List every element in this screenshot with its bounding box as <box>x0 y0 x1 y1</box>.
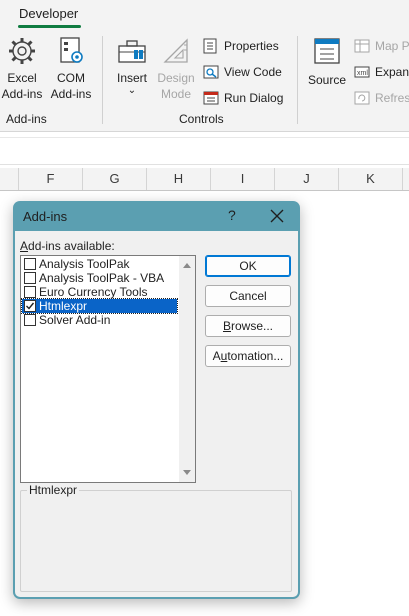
list-item[interactable]: Analysis ToolPak <box>22 257 177 271</box>
design-mode-label-2: Mode <box>160 87 192 101</box>
refresh-data-label: Refresh <box>375 91 409 105</box>
listbox-scrollbar[interactable] <box>179 256 195 482</box>
formula-bar-divider <box>0 137 409 138</box>
insert-label: Insert <box>116 71 147 85</box>
group-separator <box>297 36 298 124</box>
toolbox-icon <box>118 40 146 63</box>
properties-label: Properties <box>224 39 279 53</box>
xml-source-label: Source <box>307 73 347 87</box>
help-button[interactable]: ? <box>228 207 236 223</box>
controls-group-label: Controls <box>179 112 224 126</box>
column-header-i[interactable]: I <box>211 168 275 190</box>
automation-button[interactable]: Automation... <box>205 345 291 367</box>
list-item-selected[interactable]: Htmlexpr <box>21 298 178 314</box>
com-addins-button[interactable]: COM Add-ins <box>49 36 93 102</box>
xml-source-button[interactable]: Source <box>306 36 348 88</box>
run-dialog-icon <box>203 91 219 105</box>
gear-icon <box>9 38 35 64</box>
expansion-packs-label: Expans <box>375 65 409 79</box>
view-code-button[interactable]: View Code <box>203 62 293 82</box>
checkbox[interactable] <box>24 314 36 326</box>
list-item[interactable]: Euro Currency Tools <box>22 285 177 299</box>
column-headers: F G H I J K <box>0 168 409 191</box>
group-separator <box>102 36 103 124</box>
checkmark-icon <box>26 302 35 310</box>
ribbon-body: Excel Add-ins COM Add-ins Add-ins Insert… <box>0 28 409 132</box>
com-addins-label-2: Add-ins <box>50 87 92 101</box>
run-dialog-label: Run Dialog <box>224 91 284 105</box>
excel-addins-button[interactable]: Excel Add-ins <box>1 36 43 102</box>
checkbox[interactable] <box>24 272 36 284</box>
design-mode-button[interactable]: Design Mode <box>155 36 197 102</box>
list-item[interactable]: Solver Add-in <box>22 313 177 327</box>
close-icon[interactable] <box>267 206 287 226</box>
expansion-packs-icon: xml <box>354 66 370 78</box>
design-mode-icon <box>163 38 188 63</box>
refresh-icon <box>354 91 370 105</box>
properties-button[interactable]: Properties <box>203 36 293 56</box>
column-header-g[interactable]: G <box>83 168 147 190</box>
run-dialog-button[interactable]: Run Dialog <box>203 88 293 108</box>
addins-available-label: Add-ins available: <box>20 239 115 253</box>
tab-developer[interactable]: Developer <box>19 6 78 21</box>
com-addins-icon <box>60 37 83 63</box>
addins-listbox[interactable]: Analysis ToolPak Analysis ToolPak - VBA … <box>20 255 196 483</box>
checkbox[interactable] <box>24 258 36 270</box>
properties-icon <box>203 38 217 54</box>
addins-dialog: Add-ins ? Add-ins available: Analysis To… <box>13 201 300 599</box>
addins-group-label: Add-ins <box>6 112 47 126</box>
list-item[interactable]: Analysis ToolPak - VBA <box>22 271 177 285</box>
dialog-client: Add-ins available: Analysis ToolPak Anal… <box>15 231 298 597</box>
dialog-title: Add-ins <box>23 209 68 224</box>
view-code-icon <box>203 65 219 79</box>
map-properties-label: Map P <box>375 39 409 53</box>
addin-description-group: Htmlexpr <box>20 483 292 592</box>
svg-text:xml: xml <box>357 70 368 77</box>
column-header-f[interactable]: F <box>19 168 83 190</box>
chevron-down-icon: ⌄ <box>127 85 137 96</box>
column-header-k[interactable]: K <box>339 168 403 190</box>
insert-controls-button[interactable]: Insert ⌄ <box>112 36 152 96</box>
column-header-j[interactable]: J <box>275 168 339 190</box>
checkbox[interactable] <box>24 286 36 298</box>
excel-addins-label-2: Add-ins <box>1 87 43 101</box>
xml-source-icon <box>314 38 340 64</box>
expansion-packs-button[interactable]: xml Expans <box>354 62 409 82</box>
browse-button[interactable]: Browse... <box>205 315 291 337</box>
com-addins-label-1: COM <box>57 71 85 85</box>
excel-addins-label-1: Excel <box>7 71 37 85</box>
design-mode-label-1: Design <box>157 71 195 85</box>
map-properties-icon <box>354 39 370 53</box>
description-title: Htmlexpr <box>27 483 80 497</box>
column-header-h[interactable]: H <box>147 168 211 190</box>
map-properties-button[interactable]: Map P <box>354 36 409 56</box>
refresh-data-button[interactable]: Refresh <box>354 88 409 108</box>
scroll-down-icon[interactable] <box>179 464 195 480</box>
checkbox-checked[interactable] <box>24 300 36 312</box>
column-header-spacer <box>0 168 19 190</box>
scroll-up-icon[interactable] <box>179 258 195 274</box>
ok-button[interactable]: OK <box>205 255 291 277</box>
view-code-label: View Code <box>224 65 282 79</box>
ribbon-tab-bar: Developer <box>0 0 409 28</box>
cancel-button[interactable]: Cancel <box>205 285 291 307</box>
